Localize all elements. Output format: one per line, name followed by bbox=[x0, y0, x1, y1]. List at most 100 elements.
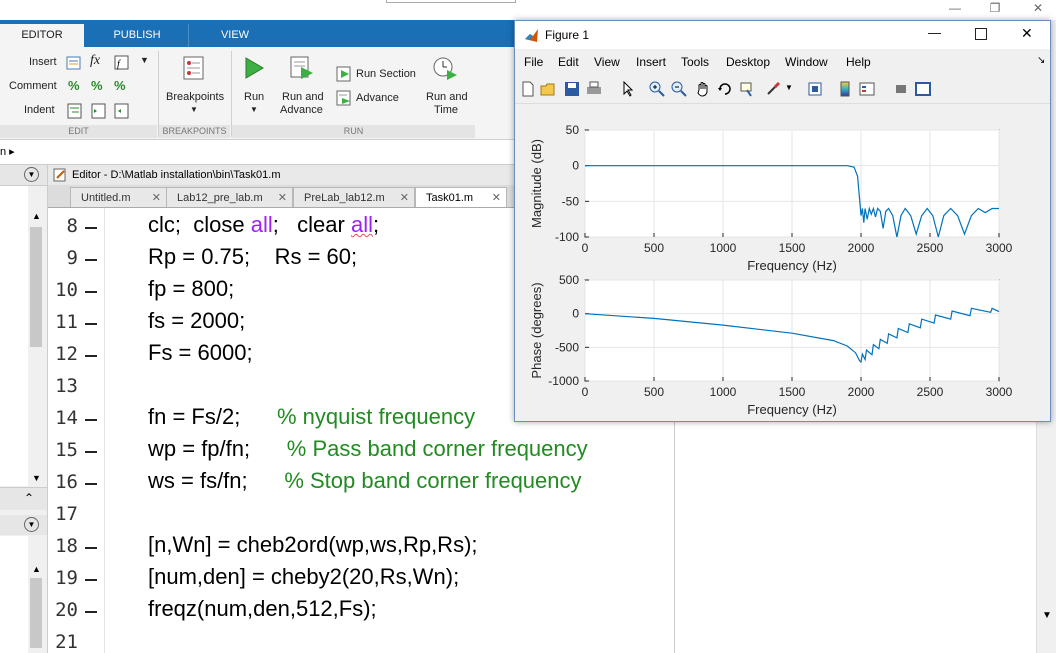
tab-untitled[interactable]: Untitled.m ✕ bbox=[70, 187, 167, 207]
scroll-up-icon[interactable]: ▲ bbox=[32, 564, 41, 574]
brush-dropdown-icon[interactable]: ▼ bbox=[785, 83, 793, 92]
executable-line-marker[interactable] bbox=[85, 323, 97, 325]
link-icon[interactable] bbox=[807, 81, 823, 97]
menu-window[interactable]: Window bbox=[785, 55, 828, 69]
panel-menu-icon-2[interactable]: ▼ bbox=[24, 517, 39, 532]
print-icon[interactable] bbox=[586, 81, 602, 97]
executable-line-marker[interactable] bbox=[85, 483, 97, 485]
comment-label[interactable]: Comment bbox=[9, 80, 57, 92]
code-line[interactable]: Rp = 0.75; Rs = 60; bbox=[148, 244, 357, 270]
code-line[interactable]: ws = fs/fn; % Stop band corner frequency bbox=[148, 468, 582, 494]
run-and-advance-label-2[interactable]: Advance bbox=[280, 104, 323, 116]
tab-editor[interactable]: EDITOR bbox=[0, 24, 84, 47]
minimize-icon[interactable]: — bbox=[935, 0, 975, 18]
brush-icon[interactable] bbox=[765, 81, 781, 97]
restore-icon[interactable]: ❐ bbox=[975, 0, 1015, 18]
rotate-icon[interactable] bbox=[717, 81, 733, 97]
wrap-comments-icon[interactable]: % bbox=[114, 78, 126, 93]
menu-tools[interactable]: Tools bbox=[681, 55, 709, 69]
run-and-time-icon[interactable] bbox=[432, 55, 458, 81]
advance-button[interactable]: Advance bbox=[356, 92, 399, 104]
run-section-icon[interactable] bbox=[336, 66, 352, 82]
indent-label[interactable]: Indent bbox=[24, 104, 55, 116]
smart-indent-icon[interactable] bbox=[67, 103, 83, 119]
breakpoints-icon[interactable] bbox=[181, 55, 207, 81]
insert-label[interactable]: Insert bbox=[29, 56, 57, 68]
executable-line-marker[interactable] bbox=[85, 419, 97, 421]
figure-close-icon[interactable]: ✕ bbox=[1021, 25, 1033, 42]
code-line[interactable]: wp = fp/fn; % Pass band corner frequency bbox=[148, 436, 588, 462]
panel-scrollbar[interactable]: ▲ ▼ bbox=[28, 207, 45, 487]
figure-maximize-icon[interactable] bbox=[975, 28, 987, 40]
hide-tools-icon[interactable] bbox=[893, 81, 909, 97]
tab-view[interactable]: VIEW bbox=[190, 24, 280, 47]
menu-file[interactable]: File bbox=[524, 55, 543, 69]
run-dropdown-icon[interactable]: ▼ bbox=[250, 105, 258, 114]
close-tab-icon[interactable]: ✕ bbox=[278, 188, 287, 208]
dock-icon[interactable] bbox=[915, 81, 931, 97]
figure-title-bar[interactable]: Figure 1 — ✕ bbox=[515, 21, 1050, 49]
panel-menu-icon[interactable]: ▼ bbox=[24, 167, 39, 182]
open-icon[interactable] bbox=[540, 81, 556, 97]
tab-publish[interactable]: PUBLISH bbox=[86, 24, 189, 47]
code-line[interactable]: clc; close all; clear all; bbox=[148, 212, 379, 238]
scroll-thumb[interactable] bbox=[30, 227, 42, 347]
advance-icon[interactable] bbox=[336, 90, 352, 106]
pointer-icon[interactable] bbox=[620, 81, 636, 97]
code-line[interactable]: [num,den] = cheby2(20,Rs,Wn); bbox=[148, 564, 459, 590]
indent-icon[interactable] bbox=[91, 103, 107, 119]
scroll-up-icon[interactable]: ▲ bbox=[32, 211, 41, 221]
executable-line-marker[interactable] bbox=[85, 611, 97, 613]
run-button[interactable]: Run bbox=[244, 91, 264, 103]
tab-task01[interactable]: Task01.m ✕ bbox=[415, 187, 507, 207]
run-and-time-label-2[interactable]: Time bbox=[434, 104, 458, 116]
new-figure-icon[interactable] bbox=[520, 81, 536, 97]
code-line[interactable]: Fs = 6000; bbox=[148, 340, 253, 366]
code-line[interactable]: fp = 800; bbox=[148, 276, 234, 302]
code-line[interactable]: fs = 2000; bbox=[148, 308, 245, 334]
close-tab-icon[interactable]: ✕ bbox=[492, 188, 501, 208]
scroll-thumb[interactable] bbox=[30, 578, 42, 648]
data-cursor-icon[interactable] bbox=[739, 81, 755, 97]
close-icon[interactable]: ✕ bbox=[1018, 0, 1056, 18]
run-icon[interactable] bbox=[241, 55, 267, 81]
pan-icon[interactable] bbox=[695, 81, 711, 97]
tab-prelab-lab12[interactable]: PreLab_lab12.m ✕ bbox=[293, 187, 415, 207]
scroll-down-icon[interactable]: ▼ bbox=[32, 473, 41, 483]
executable-line-marker[interactable] bbox=[85, 579, 97, 581]
code-line[interactable]: fn = Fs/2; % nyquist frequency bbox=[148, 404, 475, 430]
close-tab-icon[interactable]: ✕ bbox=[400, 188, 409, 208]
insert-section-icon[interactable] bbox=[66, 55, 82, 71]
menu-desktop[interactable]: Desktop bbox=[726, 55, 770, 69]
zoom-out-icon[interactable] bbox=[671, 81, 687, 97]
executable-line-marker[interactable] bbox=[85, 259, 97, 261]
figure-minimize-icon[interactable]: — bbox=[928, 25, 941, 40]
executable-line-marker[interactable] bbox=[85, 227, 97, 229]
comment-percent-icon[interactable]: % bbox=[68, 78, 80, 93]
tab-lab12-pre-lab[interactable]: Lab12_pre_lab.m ✕ bbox=[166, 187, 293, 207]
menu-insert[interactable]: Insert bbox=[636, 55, 666, 69]
menu-help[interactable]: Help bbox=[846, 55, 871, 69]
figure-window[interactable]: Figure 1 — ✕ File Edit View Insert Tools… bbox=[514, 20, 1051, 422]
code-line[interactable]: [n,Wn] = cheb2ord(wp,ws,Rp,Rs); bbox=[148, 532, 478, 558]
uncomment-icon[interactable]: % bbox=[91, 78, 103, 93]
legend-icon[interactable] bbox=[859, 81, 875, 97]
plots-svg[interactable]: 0 500 1000 1500 2000 2500 3000500-50-100Freque… bbox=[515, 104, 1050, 421]
executable-line-marker[interactable] bbox=[85, 355, 97, 357]
chevron-up-icon[interactable]: ⌃ bbox=[24, 491, 34, 505]
run-and-advance-label-1[interactable]: Run and bbox=[282, 91, 324, 103]
run-section-button[interactable]: Run Section bbox=[356, 68, 416, 80]
chevron-down-icon[interactable]: ▼ bbox=[140, 55, 149, 65]
menu-edit[interactable]: Edit bbox=[558, 55, 579, 69]
plot-area[interactable]: 0 500 1000 1500 2000 2500 3000 50 0 -50 -100 Freque… bbox=[515, 104, 1050, 421]
run-and-time-label-1[interactable]: Run and bbox=[426, 91, 468, 103]
executable-line-marker[interactable] bbox=[85, 451, 97, 453]
zoom-in-icon[interactable] bbox=[649, 81, 665, 97]
insert-function-icon[interactable]: f bbox=[114, 55, 130, 71]
path-breadcrumb[interactable]: n ▸ bbox=[0, 145, 15, 158]
outdent-icon[interactable] bbox=[114, 103, 130, 119]
fx-icon[interactable]: fx bbox=[90, 53, 100, 69]
executable-line-marker[interactable] bbox=[85, 291, 97, 293]
executable-line-marker[interactable] bbox=[85, 547, 97, 549]
run-and-advance-icon[interactable] bbox=[289, 55, 315, 81]
